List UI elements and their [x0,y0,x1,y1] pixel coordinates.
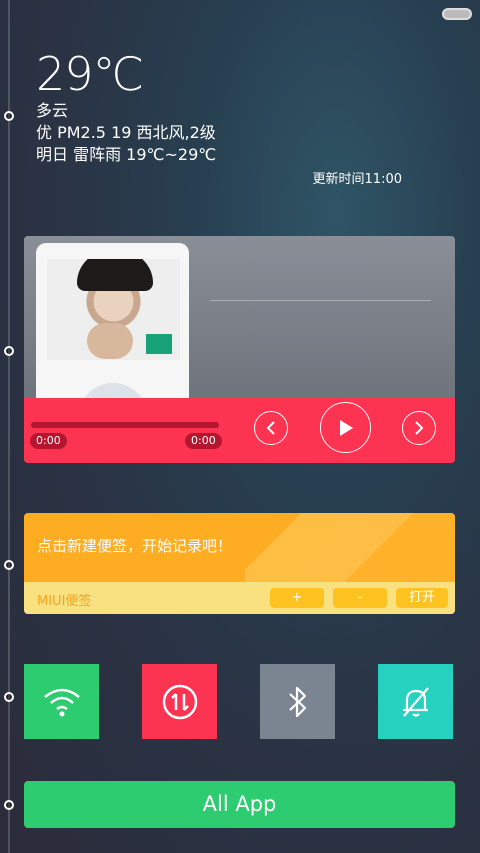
bluetooth-icon [288,686,306,717]
page-rail [8,0,10,853]
next-icon [415,421,424,435]
music-widget: 0:00 0:00 [24,236,455,463]
rail-indicator [4,692,14,702]
rail-indicator [4,800,14,810]
divider [210,300,431,301]
open-notes-button[interactable]: 打开 [396,588,448,608]
wifi-toggle[interactable] [24,664,99,739]
note-brand: MIUI便签 [37,594,92,609]
note-prompt[interactable]: 点击新建便签，开始记录吧！ [37,535,232,556]
silent-toggle[interactable] [378,664,453,739]
prev-button[interactable] [254,411,288,445]
note-footer: MIUI便签 + - 打开 [24,582,455,614]
time-elapsed: 0:00 [30,433,67,449]
weather-condition: 多云 [36,101,69,120]
update-time: 更新时间11:00 [312,172,402,187]
air-quality: 优 PM2.5 19 西北风,2级 [36,123,216,142]
forecast-tomorrow: 明日 雷阵雨 19℃~29℃ [36,145,217,164]
rail-indicator [4,346,14,356]
time-total: 0:00 [185,433,222,449]
rail-indicator [4,560,14,570]
rail-indicator [4,111,14,121]
bluetooth-toggle[interactable] [260,664,335,739]
player-controls: 0:00 0:00 [24,398,455,463]
mobile-data-toggle[interactable] [142,664,217,739]
data-sync-icon [162,684,197,719]
album-cover [47,259,180,360]
play-button[interactable] [320,402,371,453]
progress-bar[interactable] [31,422,219,428]
note-decoration [245,513,455,583]
weather-widget[interactable]: 29℃ 多云 优 PM2.5 19 西北风,2级 明日 雷阵雨 19℃~29℃ [36,48,216,166]
remove-note-button[interactable]: - [333,588,387,608]
all-app-button[interactable]: All App [24,781,455,828]
wifi-icon [43,688,80,716]
player-card [36,243,189,413]
prev-icon [266,421,275,435]
temperature: 29℃ [36,47,144,101]
next-button[interactable] [402,411,436,445]
status-pill [442,8,472,20]
add-note-button[interactable]: + [270,588,324,608]
bell-off-icon [402,686,429,717]
note-widget[interactable]: 点击新建便签，开始记录吧！ MIUI便签 + - 打开 [24,513,455,614]
play-icon [339,419,353,436]
